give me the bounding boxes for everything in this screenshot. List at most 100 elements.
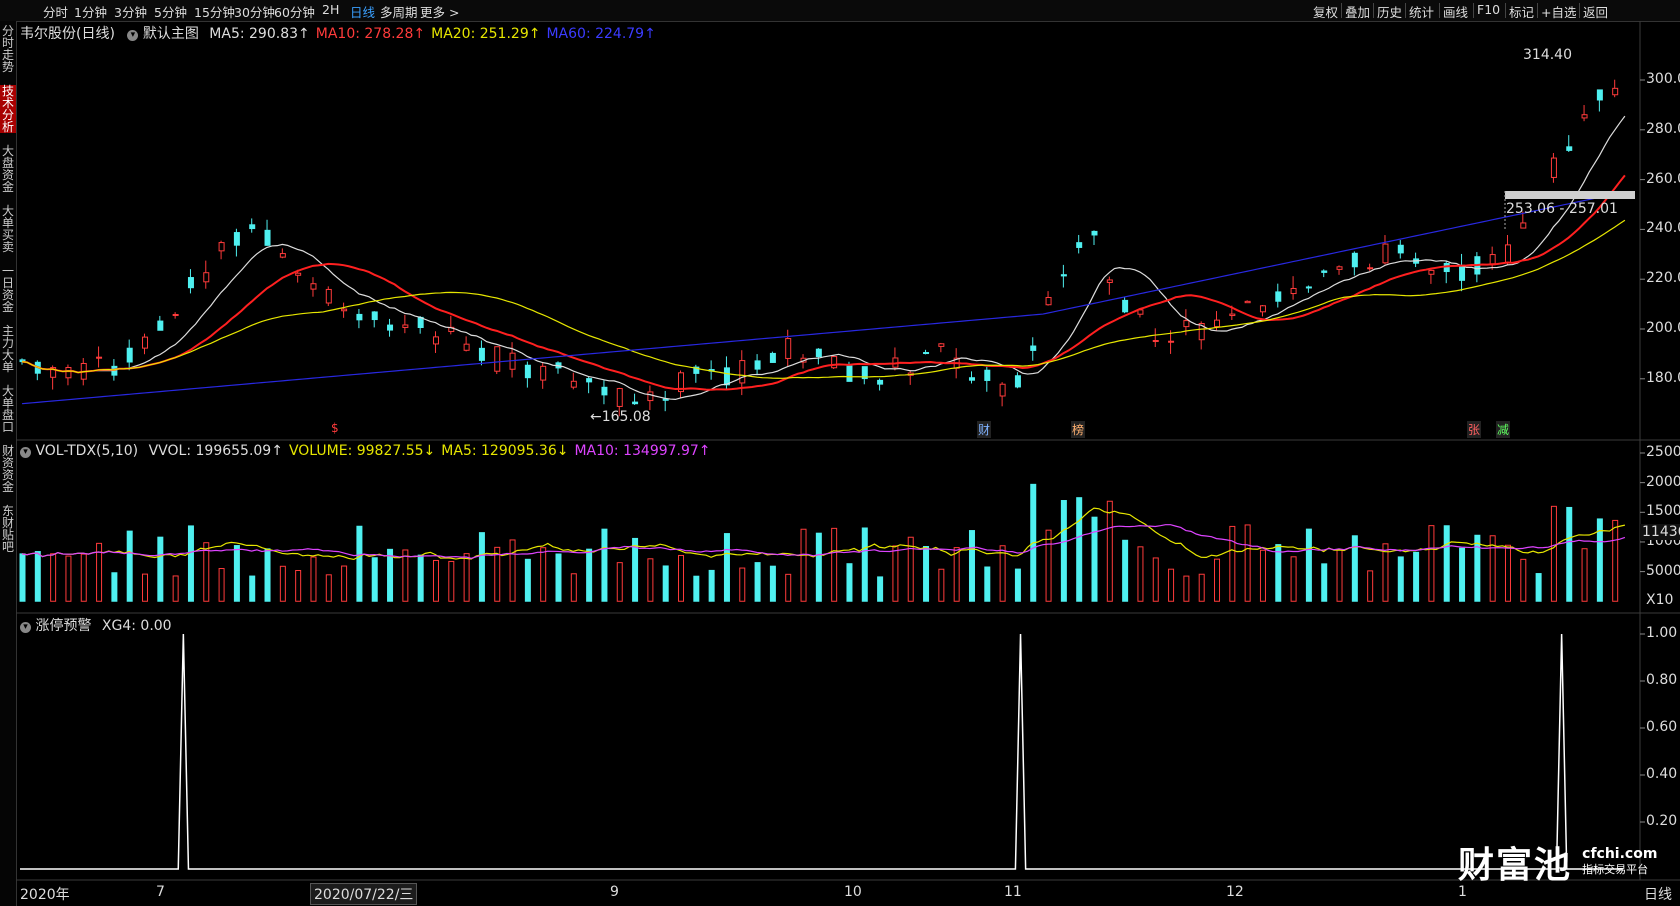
volume-bar bbox=[769, 565, 776, 602]
candle-body bbox=[846, 365, 853, 382]
volume-tick-2: 15000 bbox=[1646, 503, 1680, 520]
volume-bar bbox=[417, 554, 424, 602]
volume-bar bbox=[1474, 534, 1481, 602]
candle-body bbox=[463, 343, 470, 351]
candle-body bbox=[877, 379, 884, 385]
volume-bar bbox=[739, 567, 746, 602]
candle-body bbox=[723, 367, 730, 386]
candle-body bbox=[1183, 320, 1190, 328]
time-label-3: 10 bbox=[844, 884, 862, 900]
candle-body bbox=[432, 336, 439, 345]
volume-bar bbox=[371, 557, 378, 602]
volume-bar bbox=[1459, 547, 1466, 602]
volume-bar bbox=[1321, 563, 1328, 602]
volume-legend: ▾ VOL-TDX(5,10) VVOL: 199655.09↑ VOLUME: … bbox=[20, 443, 711, 459]
volume-bar bbox=[1443, 525, 1450, 602]
volume-bar bbox=[295, 569, 302, 602]
alert-dropdown-icon[interactable]: ▾ bbox=[20, 622, 31, 633]
volume-bar bbox=[616, 562, 623, 602]
volume-tick-4: 5000 bbox=[1646, 562, 1680, 579]
candle-body bbox=[325, 288, 332, 304]
alert-tick-2: 0.60 bbox=[1646, 719, 1678, 735]
candle-body bbox=[1290, 287, 1297, 295]
candle-body bbox=[417, 316, 424, 328]
volume-bar bbox=[111, 572, 118, 602]
volume-bar bbox=[1535, 573, 1542, 602]
volume-bar bbox=[892, 545, 899, 602]
alert-title[interactable]: 涨停预警 bbox=[35, 618, 91, 634]
volume-bar bbox=[1581, 548, 1588, 602]
candle-body bbox=[218, 242, 225, 252]
xg4-line bbox=[20, 633, 1623, 870]
candle-body bbox=[172, 313, 179, 316]
candle-body bbox=[1351, 252, 1358, 268]
candle-body bbox=[494, 346, 501, 372]
ma10-line bbox=[21, 174, 1626, 391]
candle-body bbox=[999, 383, 1006, 397]
alert-tick-1: 0.80 bbox=[1646, 672, 1678, 688]
event-marker-3[interactable]: 张 bbox=[1467, 421, 1482, 438]
volume-bar bbox=[264, 548, 271, 602]
volume-bar bbox=[1014, 568, 1021, 602]
candle-body bbox=[647, 391, 654, 402]
volume-title[interactable]: VOL-TDX(5,10) bbox=[35, 443, 138, 459]
candle-body bbox=[1397, 244, 1404, 254]
candle-body bbox=[1566, 146, 1573, 151]
template-dropdown-icon[interactable]: ▾ bbox=[127, 30, 139, 41]
volume-bar bbox=[157, 536, 164, 602]
volume-bar bbox=[1351, 535, 1358, 602]
candle-body bbox=[1382, 243, 1389, 264]
event-marker-0[interactable]: $ bbox=[330, 421, 340, 435]
time-label-1: 7 bbox=[156, 884, 165, 900]
candle-body bbox=[1459, 264, 1466, 281]
price-tick-0: 300.0 bbox=[1646, 71, 1680, 87]
candle-body bbox=[1030, 345, 1037, 351]
volume-bar bbox=[65, 555, 72, 602]
volume-bar bbox=[570, 573, 577, 602]
template-name[interactable]: 默认主图 bbox=[143, 26, 199, 42]
volume-bar bbox=[1428, 525, 1435, 602]
volume-bar bbox=[785, 573, 792, 602]
volume-bar bbox=[310, 556, 317, 602]
event-marker-2[interactable]: 榜 bbox=[1071, 421, 1086, 438]
watermark-sub: 指标交易平台 bbox=[1582, 863, 1649, 876]
volume-bar bbox=[693, 575, 700, 602]
candle-body bbox=[310, 283, 317, 290]
candle-body bbox=[203, 272, 210, 283]
volume-bar bbox=[187, 525, 194, 602]
candle-body bbox=[157, 320, 164, 331]
candle-body bbox=[540, 365, 547, 381]
candle-body bbox=[371, 311, 378, 321]
candle-body bbox=[1045, 297, 1052, 306]
event-marker-4[interactable]: 减 bbox=[1496, 421, 1511, 438]
candle-body bbox=[356, 313, 363, 321]
volume-bar bbox=[1275, 544, 1282, 602]
candle-body bbox=[65, 366, 72, 379]
main-indicator-0: MA5: 290.83↑ bbox=[209, 26, 310, 42]
volume-bar bbox=[478, 532, 485, 602]
main-indicator-2: MA20: 251.29↑ bbox=[431, 26, 541, 42]
volume-bar bbox=[1305, 528, 1312, 602]
volume-bar bbox=[509, 539, 516, 602]
volume-bar bbox=[1045, 529, 1052, 602]
candle-body bbox=[1076, 242, 1083, 248]
candle-body bbox=[1336, 266, 1343, 270]
volume-bar bbox=[34, 551, 41, 602]
volume-bar bbox=[19, 553, 26, 602]
candle-body bbox=[1122, 299, 1129, 313]
candle-body bbox=[233, 232, 240, 246]
candle-body bbox=[1060, 274, 1067, 277]
event-marker-1[interactable]: 财 bbox=[977, 421, 992, 438]
main-indicator-3: MA60: 224.79↑ bbox=[546, 26, 656, 42]
alert-indicator: XG4: 0.00 bbox=[101, 618, 172, 634]
price-tick-6: 180.0 bbox=[1646, 369, 1680, 386]
volume-bar bbox=[50, 553, 57, 602]
stock-name: 韦尔股份(日线) bbox=[20, 26, 115, 42]
volume-dropdown-icon[interactable]: ▾ bbox=[20, 447, 31, 458]
volume-bar bbox=[953, 547, 960, 602]
volume-bar bbox=[432, 559, 439, 602]
price-tick-2: 260.0 bbox=[1646, 170, 1680, 187]
volume-bar bbox=[218, 568, 225, 602]
candle-body bbox=[616, 388, 623, 407]
candle-body bbox=[1428, 269, 1435, 275]
